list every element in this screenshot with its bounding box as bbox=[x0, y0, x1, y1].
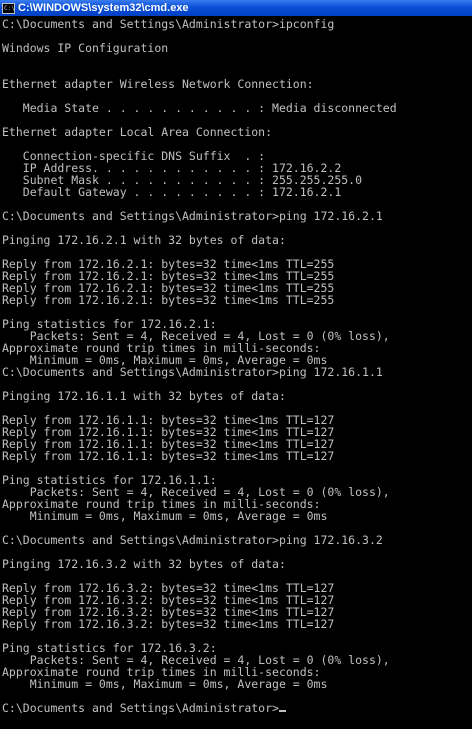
console-line: Pinging 172.16.2.1 with 32 bytes of data… bbox=[2, 234, 470, 246]
console-line: Ethernet adapter Local Area Connection: bbox=[2, 126, 470, 138]
console-line: Reply from 172.16.1.1: bytes=32 time<1ms… bbox=[2, 450, 470, 462]
text-cursor bbox=[278, 710, 286, 712]
console-line-text: Ethernet adapter Wireless Network Connec… bbox=[2, 77, 314, 91]
console-line-text: Reply from 172.16.2.1: bytes=32 time<1ms… bbox=[2, 293, 335, 307]
console-line-text: Reply from 172.16.1.1: bytes=32 time<1ms… bbox=[2, 449, 335, 463]
title-bar[interactable]: C:\ C:\WINDOWS\system32\cmd.exe bbox=[0, 0, 472, 16]
console-line-text: C:\Documents and Settings\Administrator>… bbox=[2, 365, 383, 379]
console-line-text: Minimum = 0ms, Maximum = 0ms, Average = … bbox=[2, 509, 328, 523]
console-line: Media State . . . . . . . . . . . : Medi… bbox=[2, 102, 470, 114]
console-line-text: Pinging 172.16.1.1 with 32 bytes of data… bbox=[2, 389, 286, 403]
console-line-text: Pinging 172.16.2.1 with 32 bytes of data… bbox=[2, 233, 286, 247]
console-line: Minimum = 0ms, Maximum = 0ms, Average = … bbox=[2, 678, 470, 690]
console-line: Pinging 172.16.3.2 with 32 bytes of data… bbox=[2, 558, 470, 570]
console-line: C:\Documents and Settings\Administrator>… bbox=[2, 18, 470, 30]
console-line-text: Default Gateway . . . . . . . . . : 172.… bbox=[2, 185, 342, 199]
console-line-text: C:\Documents and Settings\Administrator>… bbox=[2, 209, 383, 223]
console-line: C:\Documents and Settings\Administrator> bbox=[2, 702, 470, 714]
console-line-text: Ethernet adapter Local Area Connection: bbox=[2, 125, 273, 139]
console-line-text: C:\Documents and Settings\Administrator> bbox=[2, 701, 279, 715]
console-line-text: C:\Documents and Settings\Administrator>… bbox=[2, 17, 335, 31]
console-line-text: Windows IP Configuration bbox=[2, 41, 169, 55]
console-line-text: Media State . . . . . . . . . . . : Medi… bbox=[2, 101, 397, 115]
console-line: C:\Documents and Settings\Administrator>… bbox=[2, 210, 470, 222]
console-line: Ethernet adapter Wireless Network Connec… bbox=[2, 78, 470, 90]
console-output[interactable]: C:\Documents and Settings\Administrator>… bbox=[2, 18, 470, 714]
console-line: Windows IP Configuration bbox=[2, 42, 470, 54]
console-line: C:\Documents and Settings\Administrator>… bbox=[2, 366, 470, 378]
console-line: Default Gateway . . . . . . . . . : 172.… bbox=[2, 186, 470, 198]
console-line: Pinging 172.16.1.1 with 32 bytes of data… bbox=[2, 390, 470, 402]
console-line: C:\Documents and Settings\Administrator>… bbox=[2, 534, 470, 546]
console-line-text: Minimum = 0ms, Maximum = 0ms, Average = … bbox=[2, 677, 328, 691]
console-line: Minimum = 0ms, Maximum = 0ms, Average = … bbox=[2, 510, 470, 522]
console-line-text: Reply from 172.16.3.2: bytes=32 time<1ms… bbox=[2, 617, 335, 631]
cmd-window: C:\ C:\WINDOWS\system32\cmd.exe C:\Docum… bbox=[0, 0, 472, 729]
console-line-text: C:\Documents and Settings\Administrator>… bbox=[2, 533, 383, 547]
console-line: Reply from 172.16.2.1: bytes=32 time<1ms… bbox=[2, 294, 470, 306]
cmd-icon[interactable]: C:\ bbox=[2, 2, 15, 14]
console-line: Reply from 172.16.3.2: bytes=32 time<1ms… bbox=[2, 618, 470, 630]
console-line-text: Pinging 172.16.3.2 with 32 bytes of data… bbox=[2, 557, 286, 571]
window-title: C:\WINDOWS\system32\cmd.exe bbox=[18, 2, 189, 14]
